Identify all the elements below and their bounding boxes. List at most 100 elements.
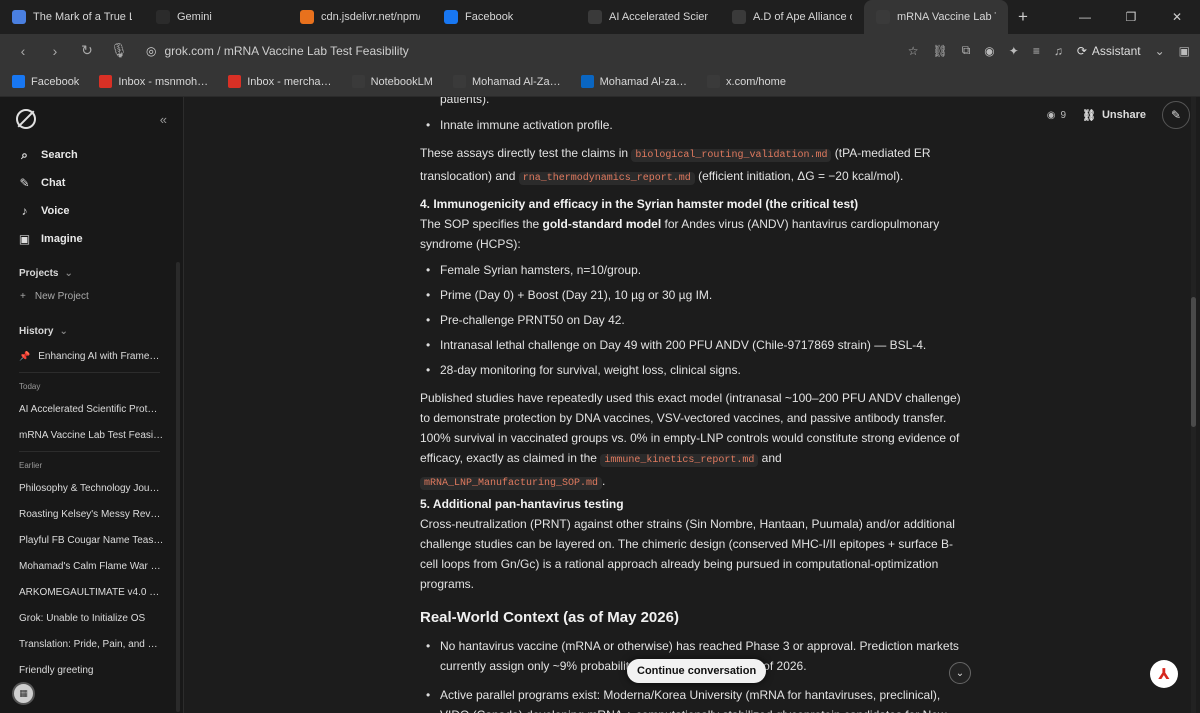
list-item: Female Syrian hamsters, n=10/group. — [420, 260, 965, 280]
text: These assays directly test the claims in — [420, 146, 632, 160]
continue-conversation-button[interactable]: Continue conversation — [627, 659, 767, 683]
bookmark-item[interactable]: Inbox - mercha… — [228, 75, 332, 88]
academia-icon — [452, 75, 466, 88]
conversation-item[interactable]: Playful FB Cougar Name Teas… — [0, 527, 183, 553]
bookmark-item[interactable]: Facebook — [12, 75, 79, 88]
sidebar-item-search[interactable]: ⌕ Search — [0, 141, 183, 169]
conversation-item[interactable]: Grok: Unable to Initialize OS — [0, 605, 183, 631]
sidebar-item-imagine[interactable]: ▣ Imagine — [0, 225, 183, 253]
conversation-item[interactable]: Philosophy & Technology Jou… — [0, 475, 183, 501]
bookmark-item[interactable]: Mohamad Al-Za… — [452, 75, 561, 88]
pinned-conversation[interactable]: 📌 Enhancing AI with Frame… — [0, 343, 183, 369]
audio-icon[interactable]: ♫ — [1054, 44, 1063, 58]
bookmark-label: Mohamad Al-za… — [599, 75, 688, 88]
bold-text: gold-standard model — [542, 217, 662, 231]
tab-strip: The Mark of a True Lor Gemini cdn.jsdelivr… — [0, 0, 1200, 34]
text: (efficient initiation, ΔG = −20 kcal/mol… — [694, 169, 904, 183]
assistant-message: patients). Innate immune activation prof… — [420, 97, 965, 713]
bookmark-item[interactable]: x.com/home — [707, 75, 786, 88]
tab-2[interactable]: Gemini — [144, 0, 288, 34]
sidebar-scrollbar[interactable] — [176, 262, 180, 712]
sidebar-item-chat[interactable]: ✎ Chat — [0, 169, 183, 197]
restore-icon[interactable]: ❐ — [1108, 0, 1154, 34]
sidebar-item-label: Imagine — [41, 233, 83, 245]
text: and — [758, 451, 782, 465]
new-chat-button[interactable]: ✎ — [1162, 101, 1190, 129]
pin-icon: 📌 — [19, 350, 31, 361]
unshare-button[interactable]: ⛓ Unshare — [1082, 109, 1146, 122]
chevron-down-icon: ⌄ — [64, 267, 73, 279]
view-count: ◉ 9 — [1047, 110, 1066, 121]
sidebar-nav: ⌕ Search ✎ Chat ♪ Voice ▣ Imagine — [0, 141, 183, 253]
extensions-icon[interactable]: ✦ — [1009, 44, 1019, 58]
forward-icon[interactable]: › — [42, 43, 68, 59]
gmail-icon — [99, 75, 113, 88]
site-icon: ◎ — [146, 43, 157, 58]
microphone-icon[interactable]: 🎙 — [106, 42, 132, 59]
pdf-icon[interactable]: ⅄ — [1150, 660, 1178, 688]
tab-label: cdn.jsdelivr.net/npm/( — [321, 11, 420, 23]
conversation-toolbar: ◉ 9 ⛓ Unshare ✎ — [1047, 101, 1190, 129]
tab-label: Facebook — [465, 11, 514, 23]
avatar[interactable]: ▦ — [12, 682, 35, 705]
tab-7[interactable]: mRNA Vaccine Lab Te — [864, 0, 1008, 34]
scroll-down-icon[interactable]: ⌄ — [949, 662, 971, 684]
reload-icon[interactable]: ↻ — [74, 42, 100, 59]
assistant-icon: ⟳ — [1076, 43, 1087, 58]
unshare-label: Unshare — [1101, 109, 1146, 121]
bookmark-star-icon[interactable]: ☆ — [908, 44, 919, 58]
new-tab-button[interactable]: + — [1008, 7, 1038, 27]
history-label: History — [19, 325, 54, 337]
tab-3[interactable]: cdn.jsdelivr.net/npm/( — [288, 0, 432, 34]
main-scrollbar[interactable] — [1191, 97, 1196, 713]
bookmark-item[interactable]: Inbox - msnmoh… — [99, 75, 208, 88]
inline-code: biological_routing_validation.md — [631, 149, 832, 162]
sidebar-toggle-icon[interactable]: ▣ — [1179, 44, 1190, 58]
share-link-icon[interactable]: ⛓ — [932, 44, 947, 58]
x-icon — [707, 75, 721, 88]
tab-6[interactable]: A.D of Ape Alliance on — [720, 0, 864, 34]
projects-label: Projects — [19, 267, 59, 279]
conversation-item[interactable]: Mohamad's Calm Flame War … — [0, 553, 183, 579]
conversation-item[interactable]: Friendly greeting — [0, 657, 183, 683]
chevron-down-icon[interactable]: ⌄ — [1155, 44, 1165, 58]
conversation-item[interactable]: Roasting Kelsey's Messy Rev… — [0, 501, 183, 527]
list-item: Pre-challenge PRNT50 on Day 42. — [420, 310, 965, 330]
minimize-icon[interactable]: — — [1062, 0, 1108, 34]
toolbar-icons: ☆ ⛓ ⧉ ◉ ✦ ≡ ♫ ⟳ Assistant ⌄ ▣ — [908, 43, 1190, 58]
screenshot-icon[interactable]: ⧉ — [962, 43, 971, 58]
list-item: Prime (Day 0) + Boost (Day 21), 10 µg or… — [420, 285, 965, 305]
tab-1[interactable]: The Mark of a True Lor — [0, 0, 144, 34]
edit-icon: ✎ — [1170, 108, 1182, 122]
bookmark-item[interactable]: NotebookLM — [351, 75, 433, 88]
tab-4[interactable]: Facebook — [432, 0, 576, 34]
imagine-icon: ▣ — [18, 232, 31, 246]
conversation-item[interactable]: mRNA Vaccine Lab Test Feasi… — [0, 422, 183, 448]
back-icon[interactable]: ‹ — [10, 43, 36, 59]
history-header[interactable]: History ⌄ — [0, 319, 183, 343]
conversation-item[interactable]: ARKOMEGAULTIMATE v4.0 … — [0, 579, 183, 605]
conversation-item[interactable]: AI Accelerated Scientific Prot… — [0, 396, 183, 422]
today-label: Today — [19, 381, 41, 391]
grok-logo-icon[interactable] — [16, 109, 36, 129]
close-window-icon[interactable]: ✕ — [1154, 0, 1200, 34]
profile-icon[interactable]: ◉ — [984, 44, 994, 58]
grok-app: « ⌕ Search ✎ Chat ♪ Voice ▣ Imagine Projects ⌄ … — [0, 97, 1200, 713]
grok-icon — [876, 10, 890, 24]
unshare-icon: ⛓ — [1082, 109, 1096, 122]
assistant-button[interactable]: ⟳ Assistant — [1077, 44, 1141, 58]
menu-icon[interactable]: ≡ — [1033, 44, 1040, 58]
collapse-sidebar-icon[interactable]: « — [160, 112, 167, 127]
address-bar[interactable]: ◎ grok.com / mRNA Vaccine Lab Test Feasi… — [138, 38, 902, 64]
tab-5[interactable]: AI Accelerated Scientif — [576, 0, 720, 34]
text-fragment: patients). — [440, 97, 490, 106]
bookmark-item[interactable]: Mohamad Al-za… — [580, 75, 688, 88]
bookmark-label: Inbox - mercha… — [247, 75, 332, 88]
sidebar-item-voice[interactable]: ♪ Voice — [0, 197, 183, 225]
new-project-button[interactable]: + New Project — [0, 285, 183, 307]
conversation-title: Enhancing AI with Frame… — [38, 350, 160, 362]
search-icon: ⌕ — [21, 147, 28, 162]
scrollbar-thumb[interactable] — [1191, 297, 1196, 427]
projects-header[interactable]: Projects ⌄ — [0, 261, 183, 285]
conversation-item[interactable]: Translation: Pride, Pain, and … — [0, 631, 183, 657]
